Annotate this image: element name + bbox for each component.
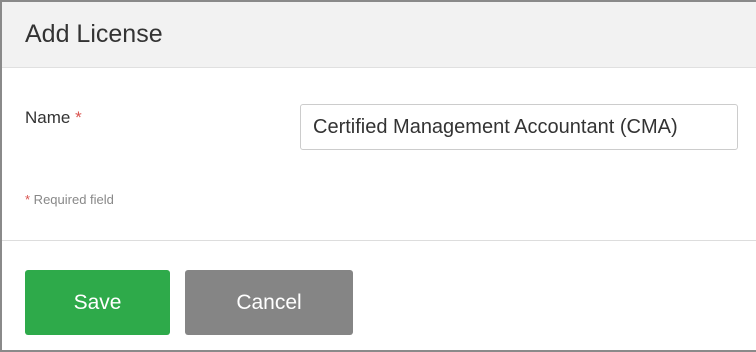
divider	[2, 240, 756, 241]
name-input[interactable]	[300, 104, 738, 150]
required-marker: *	[75, 108, 82, 127]
cancel-button[interactable]: Cancel	[185, 270, 353, 335]
dialog-title: Add License	[25, 20, 163, 48]
required-field-note: * Required field	[25, 191, 114, 209]
dialog-header: Add License	[2, 2, 756, 68]
save-button[interactable]: Save	[25, 270, 170, 335]
add-license-dialog: Add License Name * * Required field Save…	[0, 0, 756, 352]
required-note-text: Required field	[30, 192, 114, 207]
name-label-text: Name	[25, 108, 71, 127]
name-field-label: Name *	[25, 107, 82, 129]
